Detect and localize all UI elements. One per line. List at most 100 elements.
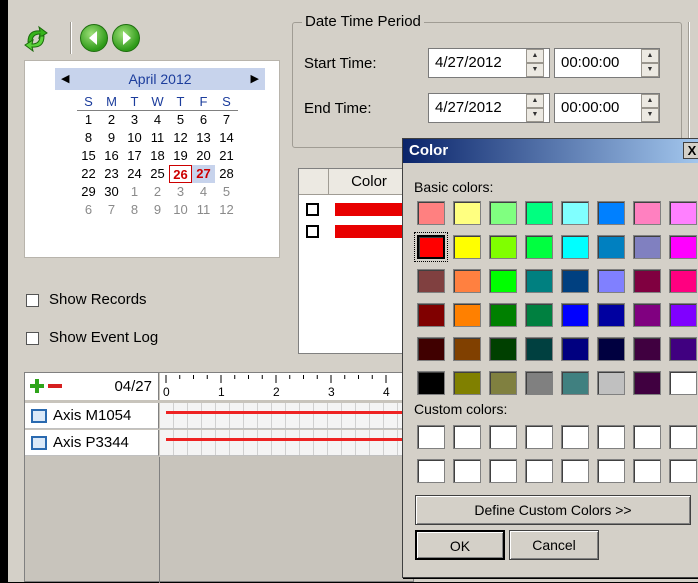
custom-color-swatch[interactable] [453,425,481,449]
calendar-day[interactable]: 2 [146,183,169,201]
show-records-checkbox[interactable] [26,294,39,307]
color-swatch[interactable] [489,303,517,327]
color-swatch[interactable] [453,235,481,259]
calendar-day[interactable]: 9 [100,129,123,147]
ok-button[interactable]: OK [415,530,505,560]
calendar-day[interactable]: 18 [146,147,169,165]
calendar-day[interactable]: 2 [100,111,123,129]
calendar-day[interactable]: 24 [123,165,146,183]
calendar-day[interactable]: 26 [169,165,192,183]
color-swatch[interactable] [417,337,445,361]
custom-color-swatch[interactable] [633,425,661,449]
custom-color-swatch[interactable] [633,459,661,483]
color-swatch[interactable] [453,201,481,225]
close-icon[interactable]: X [683,142,698,159]
camera-row-axis-m1054[interactable]: Axis M1054 [25,403,159,429]
custom-color-swatch[interactable] [669,459,697,483]
color-swatch[interactable] [561,303,589,327]
custom-color-swatch[interactable] [597,425,625,449]
custom-color-swatch[interactable] [489,425,517,449]
previous-icon[interactable] [80,24,108,52]
color-swatch[interactable] [453,269,481,293]
calendar-day[interactable]: 20 [192,147,215,165]
color-swatch[interactable] [489,371,517,395]
color-swatch[interactable] [633,201,661,225]
calendar-day[interactable]: 25 [146,165,169,183]
color-swatch[interactable] [669,269,697,293]
color-swatch[interactable] [633,269,661,293]
color-swatch[interactable] [597,303,625,327]
list-header-color[interactable]: Color [329,169,409,195]
color-swatch[interactable] [669,371,697,395]
camera-track[interactable] [160,430,413,456]
color-swatch[interactable] [525,303,553,327]
color-swatch[interactable] [561,269,589,293]
calendar-day[interactable]: 3 [123,111,146,129]
recording-bar[interactable] [166,438,413,441]
calendar-day[interactable]: 11 [146,129,169,147]
calendar-next-month-icon[interactable]: ▶ [251,72,259,85]
calendar-day[interactable]: 12 [215,201,238,219]
next-icon[interactable] [112,24,140,52]
calendar-day[interactable]: 23 [100,165,123,183]
color-swatch[interactable] [633,303,661,327]
basic-color-grid[interactable] [414,201,697,395]
calendar-day[interactable]: 21 [215,147,238,165]
calendar-day[interactable]: 14 [215,129,238,147]
calendar-day[interactable]: 7 [215,111,238,129]
custom-color-swatch[interactable] [525,459,553,483]
color-swatch[interactable] [525,269,553,293]
custom-color-swatch[interactable] [525,425,553,449]
color-swatch[interactable] [597,235,625,259]
calendar-day[interactable]: 10 [169,201,192,219]
custom-color-swatch[interactable] [561,459,589,483]
color-swatch[interactable] [633,235,661,259]
calendar-day[interactable]: 6 [77,201,100,219]
calendar-day[interactable]: 11 [192,201,215,219]
custom-color-grid[interactable] [417,425,697,483]
color-swatch[interactable] [669,201,697,225]
custom-color-swatch[interactable] [417,459,445,483]
camera-row-axis-p3344[interactable]: Axis P3344 [25,430,159,456]
calendar-day[interactable]: 17 [123,147,146,165]
recording-bar[interactable] [166,411,413,414]
color-swatch[interactable] [597,371,625,395]
start-date-spinner[interactable]: ▲ ▼ [526,49,544,77]
calendar-day[interactable]: 9 [146,201,169,219]
color-swatch[interactable] [489,201,517,225]
color-swatch[interactable] [669,337,697,361]
start-time-spinner[interactable]: ▲ ▼ [641,49,659,77]
calendar-day[interactable]: 28 [215,165,238,183]
calendar-grid[interactable]: S M T W T F S 1 2 3 4 5 6 7 8 9 10 11 12 13 14 15 16 17 18 19 20 21… [77,93,238,219]
color-swatch[interactable] [453,371,481,395]
color-dialog-titlebar[interactable]: Color X [403,139,698,163]
color-swatch[interactable] [561,371,589,395]
custom-color-swatch[interactable] [561,425,589,449]
color-swatch[interactable] [414,232,448,262]
custom-color-swatch[interactable] [453,459,481,483]
calendar-day[interactable]: 19 [169,147,192,165]
remove-icon[interactable] [47,378,63,394]
custom-color-swatch[interactable] [489,459,517,483]
month-calendar[interactable]: ◀ April 2012 ▶ S M T W T F S 1 2 3 4 5 6 7 8 9 10 11 12 13 1… [24,60,280,258]
calendar-day[interactable]: 12 [169,129,192,147]
calendar-day[interactable]: 1 [123,183,146,201]
define-custom-colors-button[interactable]: Define Custom Colors >> [415,495,691,525]
color-swatch[interactable] [525,337,553,361]
color-swatch[interactable] [417,303,445,327]
color-swatch[interactable] [489,235,517,259]
color-swatch[interactable] [597,269,625,293]
color-swatch[interactable] [597,337,625,361]
end-date-spinner[interactable]: ▲ ▼ [526,94,544,122]
color-swatch[interactable] [417,269,445,293]
color-swatch[interactable] [669,235,697,259]
color-swatch[interactable] [525,201,553,225]
calendar-day[interactable]: 16 [100,147,123,165]
color-swatch[interactable] [489,337,517,361]
color-swatch[interactable] [633,371,661,395]
calendar-day[interactable]: 15 [77,147,100,165]
calendar-day[interactable]: 27 [192,165,215,183]
calendar-day[interactable]: 3 [169,183,192,201]
cancel-button[interactable]: Cancel [509,530,599,560]
record-checkbox[interactable] [306,203,319,216]
